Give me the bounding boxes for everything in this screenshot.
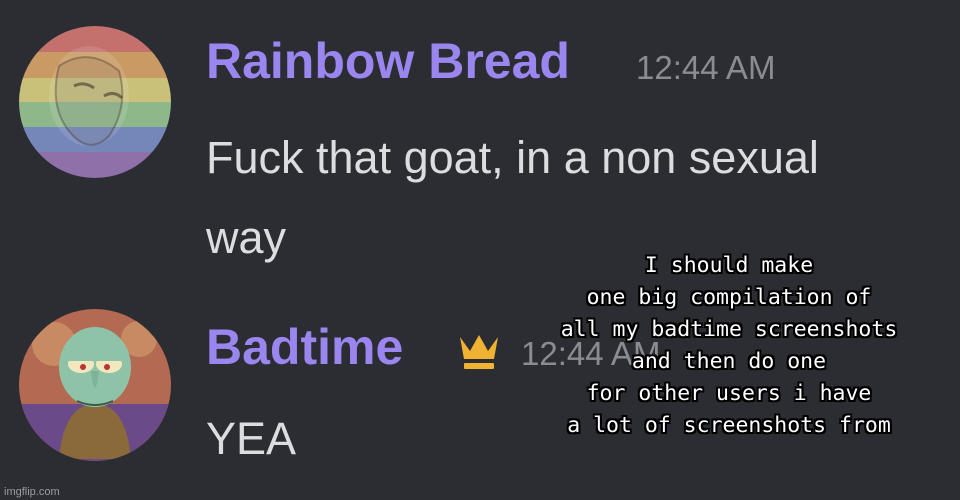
caption-line-6: a lot of screenshots from [567, 412, 892, 438]
caption-line-4: and then do one [631, 348, 827, 374]
timestamp-rainbow-bread: 12:44 AM [636, 49, 776, 86]
caption-line-3: all my badtime screenshots [560, 316, 898, 342]
watermark: imgflip.com [4, 486, 60, 498]
message-rainbow-bread: Rainbow Bread 12:44 AM Fuck that goat, i… [0, 0, 960, 263]
avatar-rainbow-bread[interactable] [19, 26, 171, 178]
username-rainbow-bread[interactable]: Rainbow Bread [206, 32, 570, 90]
caption-line-2: one big compilation of [586, 284, 872, 310]
message-yea: YEA [206, 413, 297, 464]
crown-icon [456, 329, 502, 377]
username-badtime[interactable]: Badtime [206, 318, 403, 376]
caption-overlay: I should make one big compilation of all… [504, 250, 954, 442]
rainbow-flag-avatar-icon [19, 26, 171, 178]
avatar-badtime[interactable] [19, 309, 171, 461]
caption-line-1: I should make [644, 252, 814, 278]
caption-line-5: for other users i have [586, 380, 872, 406]
message-line-1: Fuck that goat, in a non sexual [206, 132, 819, 183]
squidward-avatar-icon [19, 309, 171, 461]
